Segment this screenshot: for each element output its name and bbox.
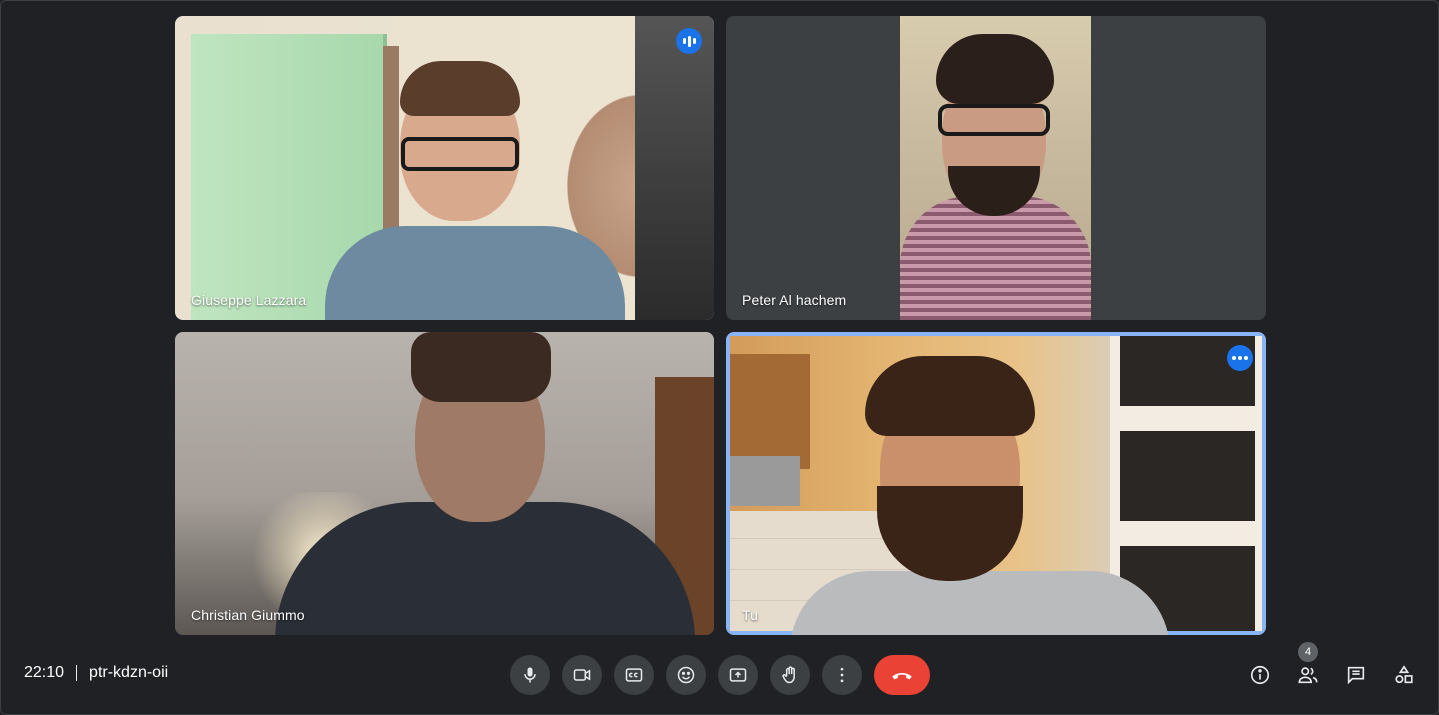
participant-video bbox=[175, 16, 714, 320]
side-tools: 4 bbox=[1240, 642, 1424, 695]
participant-video bbox=[900, 16, 1091, 320]
chat-button[interactable] bbox=[1336, 655, 1376, 695]
people-count-badge: 4 bbox=[1298, 642, 1318, 662]
participant-tile[interactable]: Peter Al hachem bbox=[726, 16, 1266, 320]
camera-button[interactable] bbox=[562, 655, 602, 695]
participant-name: Christian Giummo bbox=[191, 607, 305, 623]
meeting-details-button[interactable] bbox=[1240, 655, 1280, 695]
activities-button[interactable] bbox=[1384, 655, 1424, 695]
more-options-button[interactable] bbox=[822, 655, 862, 695]
emoji-icon bbox=[677, 666, 695, 684]
captions-icon bbox=[625, 668, 643, 682]
more-options-icon bbox=[840, 667, 844, 683]
meeting-time: 22:10 bbox=[24, 664, 65, 681]
captions-button[interactable] bbox=[614, 655, 654, 695]
people-icon bbox=[1298, 667, 1318, 684]
meeting-info: 22:10 ptr-kdzn-oii bbox=[24, 664, 168, 682]
present-screen-button[interactable] bbox=[718, 655, 758, 695]
microphone-button[interactable] bbox=[510, 655, 550, 695]
participant-name: Tu bbox=[742, 607, 759, 623]
divider bbox=[76, 665, 78, 681]
meeting-code: ptr-kdzn-oii bbox=[89, 664, 169, 681]
participant-name: Peter Al hachem bbox=[742, 292, 847, 308]
activities-icon bbox=[1395, 665, 1413, 684]
camera-icon bbox=[573, 669, 591, 681]
chat-icon bbox=[1347, 666, 1365, 685]
end-call-button[interactable] bbox=[874, 655, 930, 695]
present-screen-icon bbox=[729, 668, 747, 682]
end-call-icon bbox=[892, 672, 912, 680]
microphone-icon bbox=[524, 667, 536, 683]
call-controls bbox=[510, 655, 930, 695]
participant-video bbox=[175, 332, 714, 635]
raise-hand-button[interactable] bbox=[770, 655, 810, 695]
participant-tile[interactable]: Christian Giummo bbox=[175, 332, 714, 635]
self-participant-tile[interactable]: Tu bbox=[726, 332, 1266, 635]
participant-tile[interactable]: Giuseppe Lazzara bbox=[175, 16, 714, 320]
self-video bbox=[730, 336, 1262, 635]
tile-more-options-icon[interactable] bbox=[1227, 345, 1253, 371]
people-button[interactable]: 4 bbox=[1288, 642, 1328, 695]
emoji-button[interactable] bbox=[666, 655, 706, 695]
raise-hand-icon bbox=[782, 666, 795, 684]
speaking-indicator-icon bbox=[676, 28, 702, 54]
participant-name: Giuseppe Lazzara bbox=[191, 292, 307, 308]
info-icon bbox=[1250, 665, 1270, 685]
